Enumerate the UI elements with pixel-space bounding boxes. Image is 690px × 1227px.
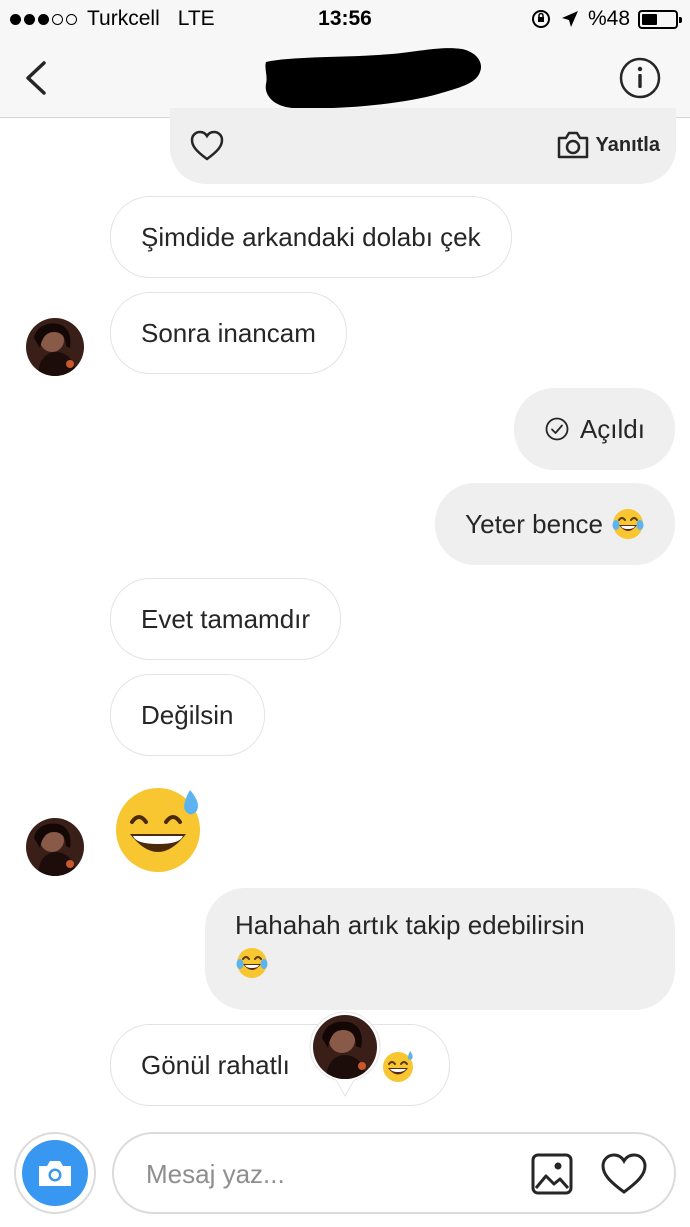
story-reply-card: Yanıtla <box>170 108 676 184</box>
message-text: Değilsin <box>141 700 234 730</box>
seen-avatar-popover <box>309 1011 381 1098</box>
battery-percent: %48 <box>587 7 630 30</box>
reply-button[interactable]: Yanıtla <box>556 130 660 160</box>
tears-of-joy-emoji <box>236 948 268 978</box>
message-composer <box>0 1120 690 1227</box>
message-bubble-outgoing[interactable]: Yeter bence <box>435 483 675 565</box>
camera-button[interactable] <box>14 1132 96 1214</box>
message-bubble-incoming[interactable]: Gönül rahatlı <box>110 1024 450 1106</box>
grinning-sweat-emoji[interactable] <box>112 782 204 874</box>
check-circle-icon <box>545 417 569 441</box>
grinning-sweat-emoji <box>383 1051 413 1082</box>
message-input[interactable] <box>146 1154 506 1194</box>
message-bubble-outgoing[interactable]: Hahahah artık takip edebilirsin <box>205 888 675 1010</box>
info-icon[interactable] <box>618 56 662 100</box>
battery-icon <box>638 9 682 29</box>
message-text: Şimdide arkandaki dolabı çek <box>141 222 481 252</box>
avatar-image <box>26 318 84 376</box>
message-text: Sonra inancam <box>141 318 316 348</box>
orientation-lock-icon <box>531 10 550 28</box>
message-text: Açıldı <box>579 414 645 444</box>
camera-button-fill <box>22 1140 88 1206</box>
avatar-image <box>26 818 84 876</box>
heart-outline-icon[interactable] <box>600 1152 648 1196</box>
status-bar: Turkcell LTE 13:56 %48 <box>0 0 690 38</box>
message-bubble-incoming[interactable]: Evet tamamdır <box>110 578 342 660</box>
camera-icon <box>39 1161 71 1186</box>
camera-icon <box>557 131 588 159</box>
message-bubble-incoming[interactable]: Değilsin <box>110 674 265 756</box>
conversation-header <box>0 38 690 118</box>
reply-label: Yanıtla <box>595 133 660 156</box>
message-input-wrapper <box>112 1132 676 1214</box>
message-text: Yeter bence <box>465 509 603 539</box>
message-bubble-outgoing[interactable]: Açıldı <box>513 388 675 470</box>
chevron-left-icon[interactable] <box>14 56 58 100</box>
heart-outline-icon[interactable] <box>190 130 224 162</box>
message-text: Evet tamamdır <box>141 604 311 634</box>
message-text: Gönül rahatlı <box>141 1050 290 1080</box>
message-bubble-incoming[interactable]: Sonra inancam <box>110 292 347 374</box>
location-icon <box>561 11 578 27</box>
avatar[interactable] <box>26 818 84 876</box>
tears-of-joy-emoji <box>612 509 644 539</box>
redacted-username <box>265 48 482 109</box>
status-right: %48 <box>530 7 682 31</box>
avatar[interactable] <box>26 318 84 376</box>
message-text: Hahahah artık takip edebilirsin <box>235 910 585 940</box>
message-bubble-incoming[interactable]: Şimdide arkandaki dolabı çek <box>110 196 512 278</box>
image-icon[interactable] <box>530 1152 574 1196</box>
